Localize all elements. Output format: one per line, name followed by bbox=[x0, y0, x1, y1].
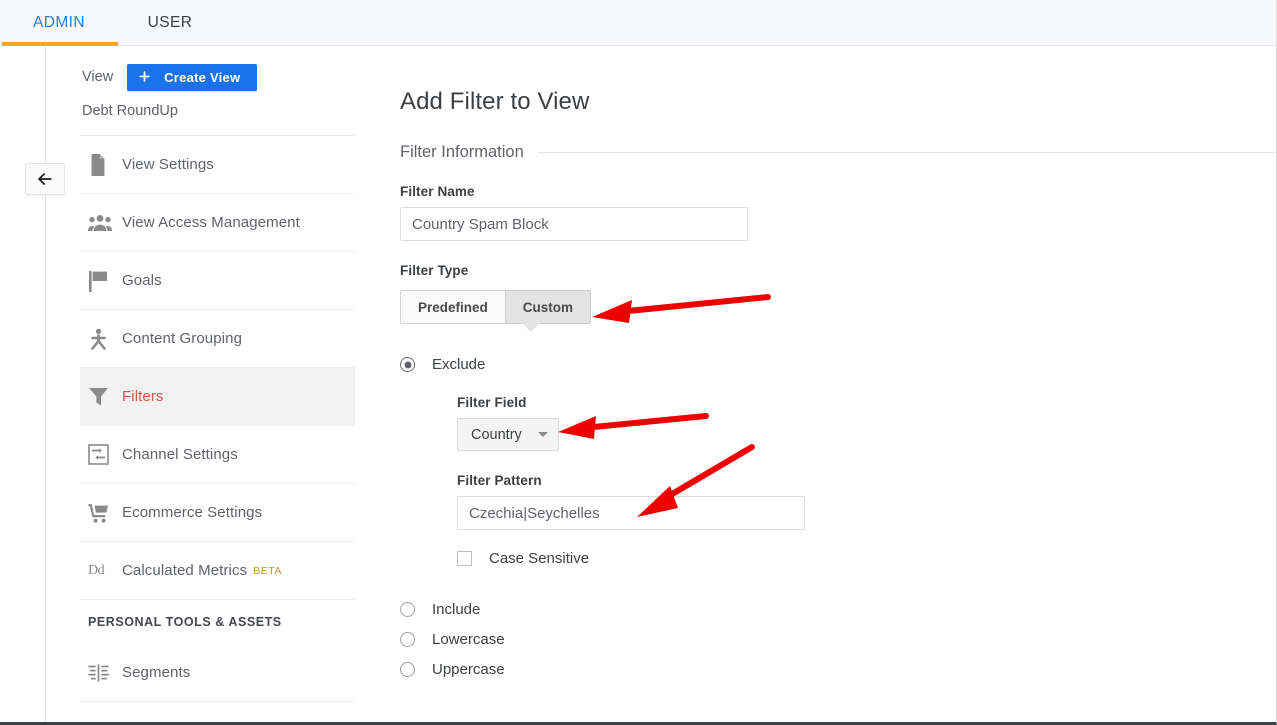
filter-information-section-header: Filter Information bbox=[400, 143, 1276, 162]
exclude-label: Exclude bbox=[432, 356, 486, 373]
include-label: Include bbox=[432, 601, 481, 618]
top-tab-bar: ADMIN USER bbox=[0, 0, 1276, 46]
sidebar-item-segments[interactable]: Segments bbox=[80, 644, 355, 702]
sidebar-item-channel-settings[interactable]: Channel Settings bbox=[80, 426, 355, 484]
sidebar-item-label: Filters bbox=[122, 388, 164, 405]
tab-admin-label: ADMIN bbox=[33, 13, 85, 31]
filter-field-select[interactable]: Country bbox=[457, 418, 559, 451]
sidebar-item-ecommerce-settings[interactable]: Ecommerce Settings bbox=[80, 484, 355, 542]
case-sensitive-row[interactable]: Case Sensitive bbox=[457, 550, 1276, 567]
filter-name-label: Filter Name bbox=[400, 184, 475, 199]
arrow-left-icon bbox=[35, 169, 55, 189]
flag-icon bbox=[88, 270, 122, 292]
include-radio[interactable] bbox=[400, 602, 415, 617]
filter-type-custom-label: Custom bbox=[522, 299, 574, 315]
exclude-options-group: Filter Field Country Filter Pattern Case… bbox=[457, 395, 1276, 567]
filter-type-predefined-label: Predefined bbox=[418, 299, 488, 315]
sidebar-item-content-grouping[interactable]: Content Grouping bbox=[80, 310, 355, 368]
shopping-cart-icon bbox=[88, 503, 122, 523]
filter-field-value: Country bbox=[471, 426, 522, 443]
lowercase-label: Lowercase bbox=[432, 631, 505, 648]
create-view-button[interactable]: Create View bbox=[127, 63, 258, 91]
plus-icon bbox=[138, 70, 151, 85]
page-title: Add Filter to View bbox=[400, 88, 590, 115]
beta-badge: BETA bbox=[253, 564, 282, 577]
main-panel: Add Filter to View Filter Information Fi… bbox=[400, 62, 1276, 678]
view-label: View bbox=[82, 69, 114, 85]
sidebar-item-view-access-management[interactable]: View Access Management bbox=[80, 194, 355, 252]
filter-type-custom-button[interactable]: Custom bbox=[504, 290, 592, 324]
sidebar-item-goals[interactable]: Goals bbox=[80, 252, 355, 310]
exclude-radio-row[interactable]: Exclude bbox=[400, 356, 1276, 373]
content-grouping-icon bbox=[88, 328, 122, 350]
chevron-down-icon bbox=[537, 432, 548, 437]
sidebar-item-view-settings[interactable]: View Settings bbox=[80, 136, 355, 194]
filter-type-predefined-button[interactable]: Predefined bbox=[400, 290, 505, 324]
document-icon bbox=[88, 153, 122, 176]
sidebar-item-label: Channel Settings bbox=[122, 446, 238, 463]
filter-type-label: Filter Type bbox=[400, 263, 469, 278]
funnel-icon bbox=[88, 386, 122, 407]
uppercase-radio[interactable] bbox=[400, 662, 415, 677]
sidebar-item-label: View Settings bbox=[122, 156, 214, 173]
filter-pattern-label: Filter Pattern bbox=[457, 473, 542, 488]
filter-pattern-input[interactable] bbox=[457, 496, 805, 530]
filter-type-toggle: Predefined Custom bbox=[400, 290, 592, 332]
sidebar: View Create View Debt RoundUp View Setti… bbox=[80, 62, 360, 702]
case-sensitive-label: Case Sensitive bbox=[489, 550, 590, 567]
lowercase-radio-row[interactable]: Lowercase bbox=[400, 631, 1276, 648]
sidebar-item-label: Content Grouping bbox=[122, 330, 243, 347]
include-radio-row[interactable]: Include bbox=[400, 601, 1276, 618]
sidebar-nav-list: View Settings View Access Management Goa… bbox=[80, 136, 360, 702]
tab-list: ADMIN USER bbox=[0, 0, 222, 45]
sidebar-item-label: Calculated Metrics bbox=[122, 562, 248, 579]
tab-user[interactable]: USER bbox=[118, 0, 222, 45]
create-view-button-label: Create View bbox=[164, 69, 241, 85]
segments-icon bbox=[88, 663, 122, 682]
admin-page: ADMIN USER View Create View Debt RoundUp… bbox=[0, 0, 1277, 725]
section-title: Filter Information bbox=[400, 143, 524, 161]
uppercase-radio-row[interactable]: Uppercase bbox=[400, 661, 1276, 678]
section-rule bbox=[537, 152, 1275, 153]
view-selector-row: View Create View bbox=[82, 62, 360, 92]
tab-active-underline bbox=[2, 42, 118, 46]
selected-tab-caret-icon bbox=[522, 323, 540, 332]
sidebar-item-filters[interactable]: Filters bbox=[80, 368, 355, 426]
sidebar-item-label: Ecommerce Settings bbox=[122, 504, 263, 521]
back-button[interactable] bbox=[25, 163, 65, 195]
sidebar-item-label: Segments bbox=[122, 664, 191, 681]
rail-divider bbox=[45, 46, 46, 722]
channel-settings-icon bbox=[88, 444, 122, 465]
tab-admin[interactable]: ADMIN bbox=[0, 0, 118, 45]
current-view-name: Debt RoundUp bbox=[82, 103, 178, 119]
filter-field-label: Filter Field bbox=[457, 395, 527, 410]
lowercase-radio[interactable] bbox=[400, 632, 415, 647]
filter-name-input[interactable] bbox=[400, 207, 748, 241]
sidebar-item-calculated-metrics[interactable]: Dd Calculated Metrics BETA bbox=[80, 542, 355, 600]
sidebar-item-label: View Access Management bbox=[122, 214, 300, 231]
sidebar-section-header: PERSONAL TOOLS & ASSETS bbox=[88, 615, 282, 629]
tab-user-label: USER bbox=[147, 13, 193, 31]
sidebar-item-label: Goals bbox=[122, 272, 162, 289]
exclude-radio[interactable] bbox=[400, 357, 415, 372]
case-sensitive-checkbox[interactable] bbox=[457, 551, 472, 566]
dd-icon: Dd bbox=[88, 562, 105, 578]
uppercase-label: Uppercase bbox=[432, 661, 505, 678]
people-icon bbox=[88, 214, 122, 232]
